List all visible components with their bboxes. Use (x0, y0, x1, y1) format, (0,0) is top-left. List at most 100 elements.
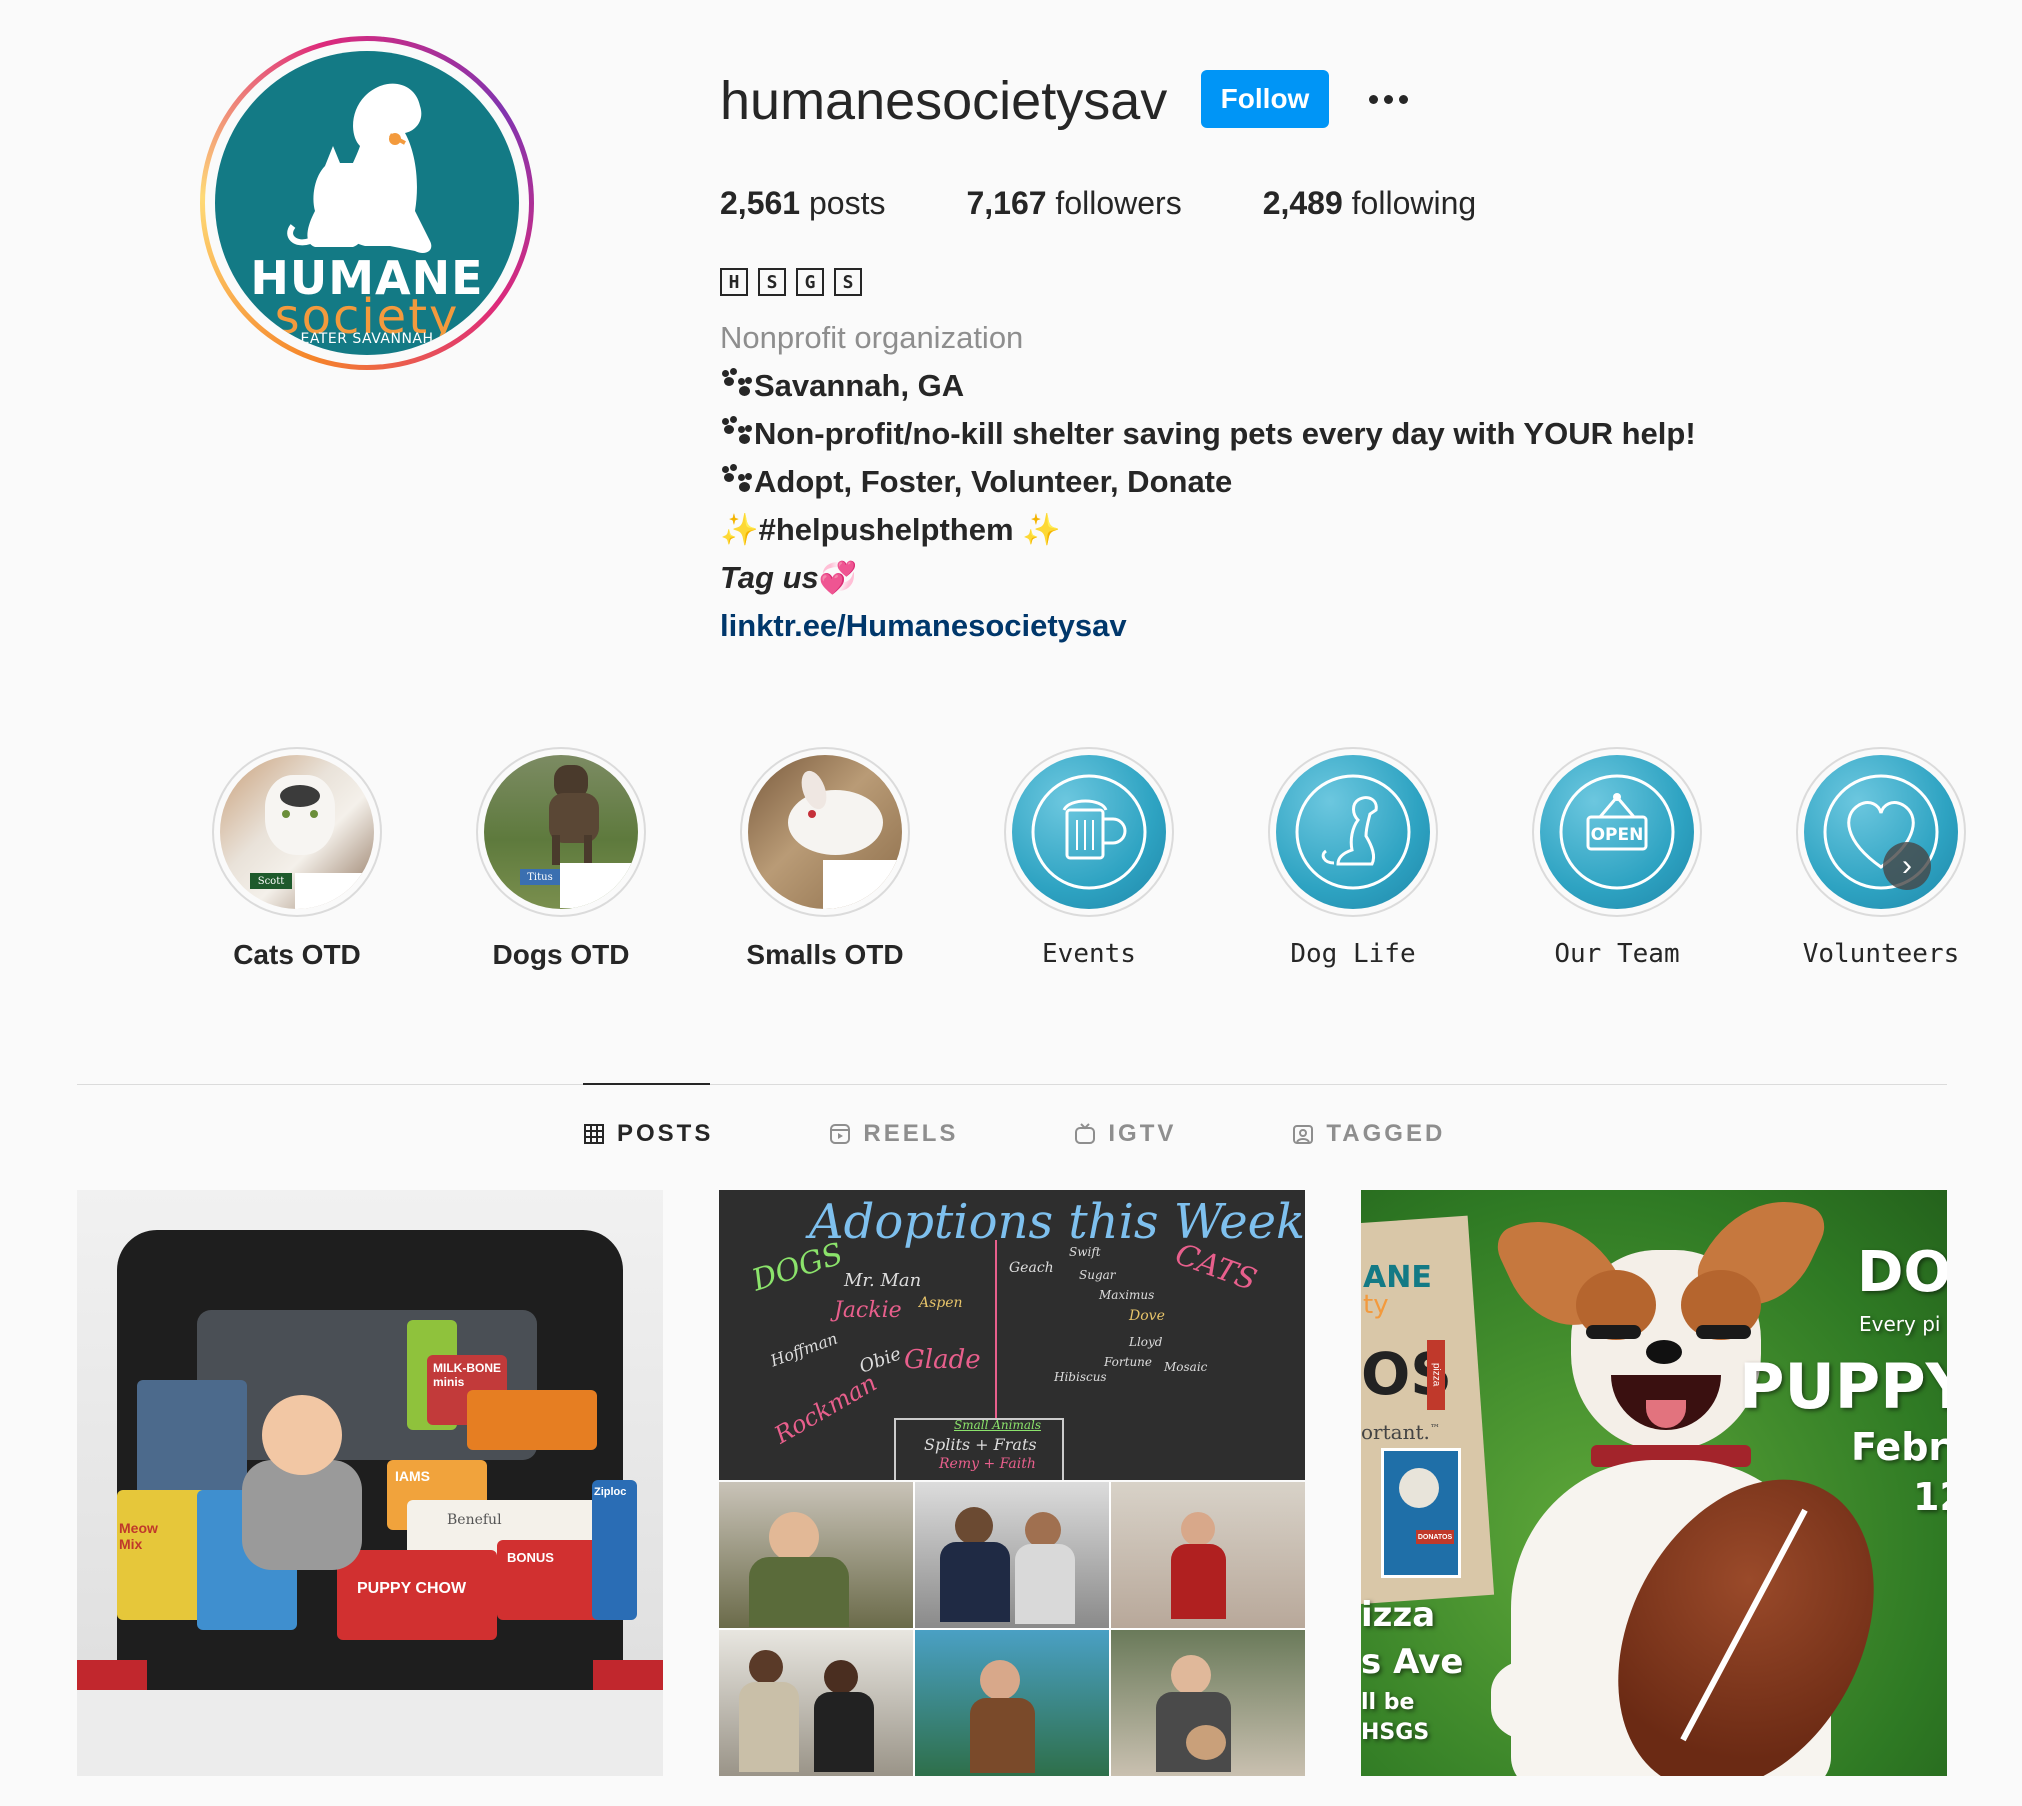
highlight-our-team[interactable]: OPEN Our Team (1485, 747, 1749, 971)
chalk-name: Dove (1129, 1308, 1165, 1324)
bio-website-link[interactable]: linktr.ee/Humanesocietysav (720, 602, 1920, 650)
chalk-name: Mosaic (1164, 1360, 1208, 1374)
reels-icon (830, 1124, 851, 1144)
tab-reels[interactable]: REELS (829, 1120, 958, 1148)
chalk-name: Lloyd (1129, 1335, 1163, 1349)
promo-left-text: izza (1361, 1595, 1436, 1635)
chalk-name: Swift (1069, 1245, 1101, 1259)
highlight-label: Cats OTD (233, 939, 361, 970)
brand-letter: G (796, 268, 824, 296)
rabbit-photo-icon (748, 755, 902, 909)
highlight-label: Volunteers (1802, 939, 1960, 969)
beer-mug-icon (1031, 774, 1147, 890)
hashtag-link[interactable]: #helpushelpthem (759, 512, 1014, 547)
brand-letter: H (720, 268, 748, 296)
highlight-teal-bg (1276, 755, 1430, 909)
tab-igtv[interactable]: IGTV (1074, 1120, 1176, 1148)
profile-avatar: HUMANE society EATER SAVANNAH (215, 51, 519, 355)
promo-left-text: HSGS (1361, 1720, 1430, 1745)
baby-photo (262, 1395, 342, 1475)
more-options-button[interactable] (1362, 70, 1414, 128)
highlights-next-button[interactable]: › (1883, 842, 1931, 890)
highlight-smalls-otd[interactable]: Smalls OTD (693, 747, 957, 971)
highlight-label: Smalls OTD (746, 939, 904, 970)
box-text: ty (1363, 1290, 1389, 1320)
more-dot-icon (1383, 94, 1393, 104)
promo-date: Febr (1851, 1425, 1947, 1469)
chalk-name: Jackie (834, 1298, 902, 1323)
cat-photo-icon: Scott (220, 755, 374, 909)
heart-icon (1823, 774, 1939, 890)
chalk-name: Glade (904, 1345, 981, 1375)
dog-photo-icon: Titus (484, 755, 638, 909)
highlight-volunteers[interactable]: Volunteers (1749, 747, 2013, 971)
highlight-cats-otd[interactable]: Scott Cats OTD (165, 747, 429, 971)
paw-prints-icon (720, 416, 754, 446)
chalk-name: Hibiscus (1054, 1370, 1107, 1384)
promo-headline: PUPPY (1739, 1350, 1947, 1423)
tab-tagged[interactable]: TAGGED (1292, 1120, 1445, 1148)
following-link[interactable]: 2,489 following (1263, 185, 1476, 222)
tab-posts[interactable]: POSTS (583, 1120, 713, 1148)
profile-tabs: POSTS REELS IGTV TAGGED (583, 1120, 1561, 1148)
highlight-label: Our Team (1554, 939, 1680, 969)
tab-label: REELS (863, 1120, 959, 1147)
box-text: ortant. (1361, 1420, 1430, 1444)
promo-left-text: ll be (1361, 1690, 1415, 1715)
post-thumbnail[interactable]: Adoptions this Week DOGS CATS Mr. Man Ja… (719, 1190, 1305, 1776)
highlight-dogs-otd[interactable]: Titus Dogs OTD (429, 747, 693, 971)
chalk-name: Remy + Faith (939, 1456, 1036, 1472)
bag-label: Meow Mix (119, 1520, 158, 1552)
bio-category: Nonprofit organization (720, 320, 1024, 355)
paw-prints-icon (720, 368, 754, 398)
chalk-name: Maximus (1099, 1288, 1155, 1302)
profile-stats: 2,561 posts 7,167 followers 2,489 follow… (720, 185, 1557, 222)
box-text: DONATOS (1416, 1530, 1454, 1544)
follow-button[interactable]: Follow (1201, 70, 1329, 128)
open-sign-text: OPEN (1590, 825, 1644, 845)
heart-emoji-icon: 💞 (818, 560, 858, 595)
highlight-teal-bg (1012, 755, 1166, 909)
post-thumbnail[interactable]: MILK-BONE minis IAMS Beneful PUPPY CHOW … (77, 1190, 663, 1776)
tab-label: TAGGED (1326, 1120, 1446, 1147)
highlight-label: Dogs OTD (492, 939, 630, 970)
story-highlights: Scott Cats OTD Titus Dogs OTD Smalls OTD (165, 747, 2013, 971)
highlight-dog-life[interactable]: Dog Life (1221, 747, 1485, 971)
brand-letter: S (834, 268, 862, 296)
highlight-teal-bg: OPEN (1540, 755, 1694, 909)
chalk-title: Adoptions this Week (809, 1194, 1305, 1250)
box-text: pizza (1427, 1340, 1445, 1410)
bio-line-tag-us: Tag us💞 (720, 560, 858, 595)
cat-name-tag: Scott (250, 873, 292, 889)
bag-label: Ziploc (592, 1480, 637, 1620)
sparkle-icon: ✨ (720, 512, 759, 547)
chalk-name: Fortune (1104, 1355, 1153, 1369)
highlight-teal-bg (1804, 755, 1958, 909)
profile-avatar-ring[interactable]: HUMANE society EATER SAVANNAH (200, 36, 534, 370)
chevron-right-icon: › (1902, 849, 1912, 882)
chalk-name: Geach (1009, 1260, 1054, 1276)
brand-letter: S (758, 268, 786, 296)
promo-left-text: s Ave (1361, 1642, 1464, 1682)
bio-line-actions: Adopt, Foster, Volunteer, Donate (720, 458, 1920, 506)
highlight-label: Dog Life (1290, 939, 1416, 969)
chalk-small-animals: Small Animals (954, 1418, 1042, 1432)
profile-username: humanesocietysav (720, 71, 1168, 131)
grid-icon (584, 1124, 604, 1144)
profile-bio: H S G S Nonprofit organization Savannah,… (720, 268, 1920, 650)
followers-link[interactable]: 7,167 followers (966, 185, 1181, 222)
bio-brand-letters: H S G S (720, 268, 1920, 296)
highlight-events[interactable]: Events (957, 747, 1221, 971)
chalk-name: Sugar (1079, 1268, 1116, 1282)
post-thumbnail[interactable]: ANE ty OS pizza ortant.™ DONATOS DON Eve… (1361, 1190, 1947, 1776)
promo-headline-top: DON (1857, 1240, 1947, 1305)
box-text: ™ (1429, 1423, 1440, 1435)
dog-name-tag: Titus (520, 869, 560, 885)
bag-label: PUPPY CHOW (337, 1550, 497, 1640)
logo-word-savannah: EATER SAVANNAH (300, 331, 434, 347)
paw-prints-icon (720, 464, 754, 494)
bio-line-hashtag: ✨#helpushelpthem ✨ (720, 506, 1920, 554)
chalk-name: Aspen (919, 1295, 963, 1311)
adopter-photo-grid (719, 1482, 1305, 1776)
sparkle-icon: ✨ (1022, 512, 1061, 547)
